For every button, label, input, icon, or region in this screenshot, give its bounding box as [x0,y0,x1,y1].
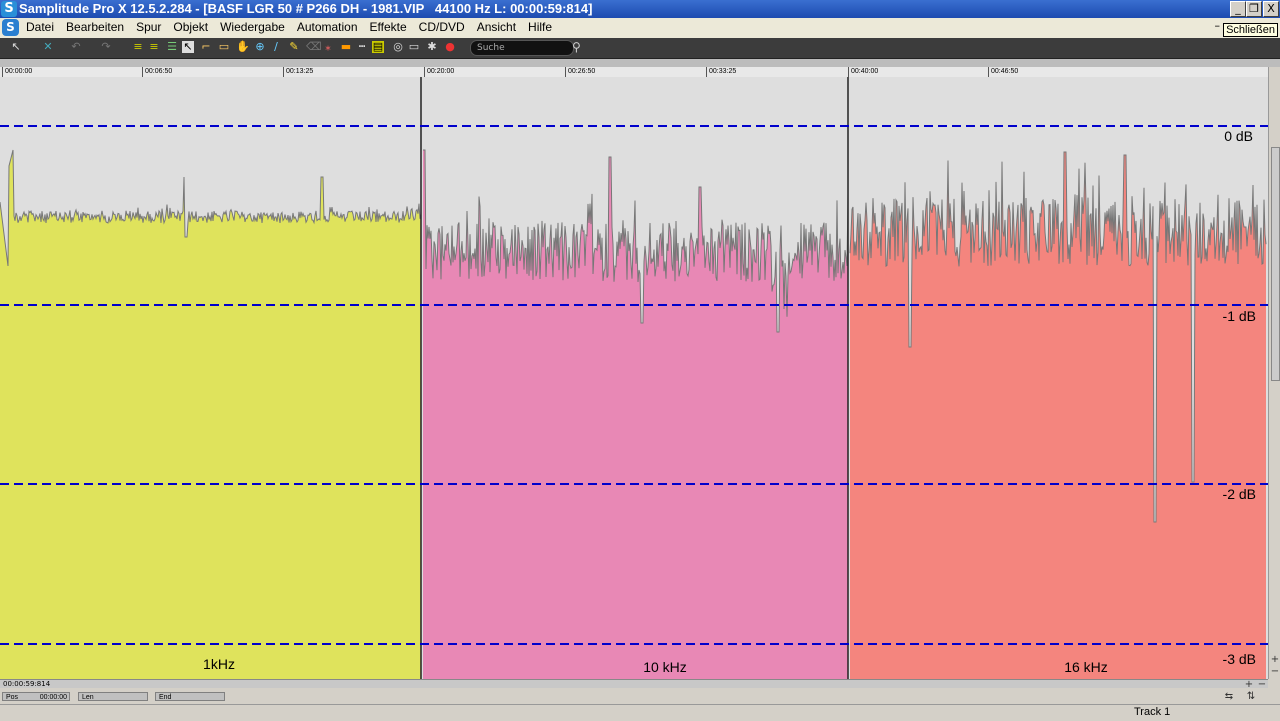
search-tool-icon[interactable]: ◎ [392,41,404,53]
db-label: -3 dB [1223,651,1256,667]
range-status-bar: Pos 00:00:00 Len End ⇆ ⇅ [0,690,1280,704]
track-label: Track 1 [1134,706,1171,718]
range-tool-icon[interactable]: ⌐ [200,41,212,53]
h-zoom-in-icon[interactable]: + [1244,680,1254,690]
mdi-minimize-button[interactable]: – [1215,19,1221,32]
pos-value: 00:00:00 [39,694,67,701]
menu-wiedergabe[interactable]: Wiedergabe [220,20,285,34]
end-field[interactable]: End [155,692,225,701]
vertical-scrollbar[interactable]: + − [1268,67,1280,679]
minimize-button[interactable]: _ [1230,1,1246,17]
ruler-tick: 00:33:25 [706,67,736,77]
waveform-canvas[interactable]: 0 dB -1 dB -2 dB -3 dB 1kHz 10 kHz 16 kH… [0,77,1268,679]
marker-tool-icon[interactable]: ⁎ [322,41,334,53]
list2-icon[interactable]: ≡ [148,41,160,53]
zoom-in-icon[interactable]: + [1270,655,1280,665]
segment-label-10khz: 10 kHz [643,659,687,675]
magnifier-icon[interactable]: ⚲ [572,40,581,54]
pointer-tool-icon[interactable]: ↖ [10,41,22,53]
scrub-tool-icon[interactable]: ✋ [236,41,250,53]
restore-button[interactable]: ❐ [1246,1,1262,17]
undo-icon[interactable]: ↶ [70,41,82,53]
close-tooltip: Schließen [1223,23,1278,37]
ruler-tick: 00:46:50 [988,67,1018,77]
monitor-icon[interactable]: ▭ [408,41,420,53]
list-icon[interactable]: ≡ [132,41,144,53]
menu-cd-dvd[interactable]: CD/DVD [419,20,465,34]
waveform-segment-1khz[interactable] [0,150,421,679]
len-field[interactable]: Len [78,692,148,701]
ruler-tick: 00:13:25 [283,67,313,77]
db-label: -2 dB [1223,486,1256,502]
horizontal-scrollbar[interactable]: 00:00:59:814 [0,679,1268,688]
menu-effekte[interactable]: Effekte [370,20,407,34]
app-icon[interactable]: S [1,1,17,17]
ruler-tick: 00:40:00 [848,67,878,77]
waveform-area[interactable]: 0 dB -1 dB -2 dB -3 dB 1kHz 10 kHz 16 kH… [0,77,1268,679]
redo-icon[interactable]: ↷ [100,41,112,53]
record-icon[interactable]: ● [444,41,456,53]
split-tool-icon[interactable]: ┅ [356,41,368,53]
pencil-tool-icon[interactable]: ✎ [288,41,300,53]
close-button[interactable]: X [1263,1,1279,17]
menu-bearbeiten[interactable]: Bearbeiten [66,20,124,34]
arrow-mode-icon[interactable]: ↖ [182,41,194,53]
end-label: End [159,694,172,701]
document-icon[interactable]: S [2,19,19,36]
scrollbar-thumb[interactable] [1271,147,1280,381]
toolbar: ↖ ✕ ↶ ↷ ≡ ≡ ☰ ↖ ⌐ ▭ ✋ ⊕ ∕ ✎ ⌫ ⁎ ▬ ┅ ▤ ◎ … [0,38,1280,59]
ruler-tick: 00:20:00 [424,67,454,77]
segment-label-16khz: 16 kHz [1064,659,1108,675]
loop-tool-icon[interactable]: ▬ [340,41,352,53]
menu-spur[interactable]: Spur [136,20,161,34]
window-title: Samplitude Pro X 12.5.2.284 - [BASF LGR … [19,1,593,16]
ruler-tick: 00:26:50 [565,67,595,77]
db-label: 0 dB [1224,128,1253,144]
pos-field[interactable]: Pos 00:00:00 [2,692,70,701]
zoom-out-icon[interactable]: − [1270,667,1280,677]
menu-bar: S Datei Bearbeiten Spur Objekt Wiedergab… [0,18,1280,39]
h-zoom-out-icon[interactable]: − [1257,680,1267,690]
updown-icon[interactable]: ⇅ [1246,692,1256,702]
zoom-tool-icon[interactable]: ⊕ [254,41,266,53]
menu-hilfe[interactable]: Hilfe [528,20,552,34]
grid-tool-icon[interactable]: ▤ [372,41,384,53]
menu-datei[interactable]: Datei [26,20,54,34]
title-bar: S Samplitude Pro X 12.5.2.284 - [BASF LG… [0,0,1280,18]
eraser-tool-icon[interactable]: ⌫ [306,41,322,53]
cut-tool-icon[interactable]: ✕ [42,41,54,53]
status-bar: Track 1 [0,704,1280,721]
object-tool-icon[interactable]: ▭ [218,41,230,53]
search-input[interactable]: Suche [470,40,574,56]
line-tool-icon[interactable]: ∕ [270,41,282,53]
menu-ansicht[interactable]: Ansicht [477,20,516,34]
len-label: Len [82,694,94,701]
ruler-tick: 00:06:50 [142,67,172,77]
ruler-tick: 00:00:00 [2,67,32,77]
db-label: -1 dB [1223,308,1256,324]
menu-objekt[interactable]: Objekt [173,20,208,34]
settings-icon[interactable]: ✱ [426,41,438,53]
pos-label: Pos [6,694,19,701]
menu-automation[interactable]: Automation [297,20,358,34]
toolbar-separator [0,59,1280,67]
segment-label-1khz: 1kHz [203,656,235,672]
swap-icon[interactable]: ⇆ [1224,692,1234,702]
tracks-icon[interactable]: ☰ [166,41,178,53]
